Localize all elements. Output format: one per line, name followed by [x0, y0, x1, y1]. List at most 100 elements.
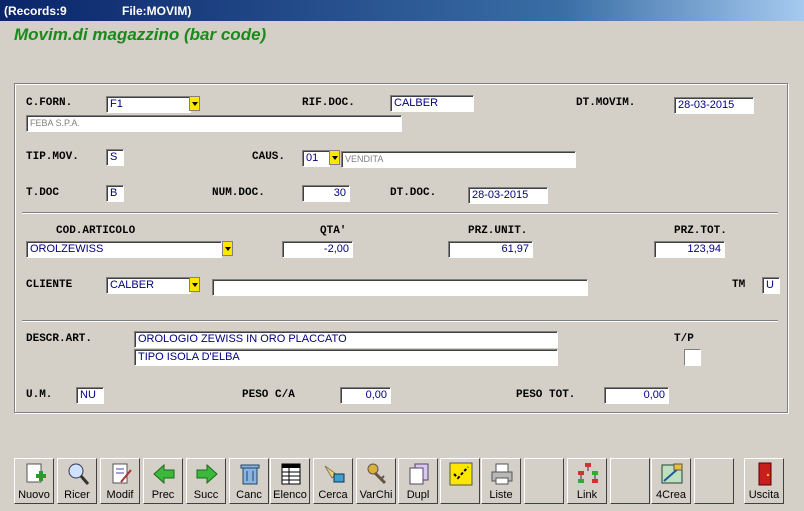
tipmov-field[interactable]: S	[106, 149, 124, 166]
um-label: U.M.	[26, 389, 53, 401]
empty-button-1[interactable]	[524, 458, 564, 504]
um-field[interactable]: NU	[76, 387, 104, 404]
4crea-label: 4Crea	[656, 489, 686, 501]
elenco-label: Elenco	[273, 489, 307, 501]
dtdoc-field[interactable]: 28-03-2015	[468, 187, 548, 204]
caus-label: CAUS.	[252, 151, 286, 163]
caus-description: VENDITA	[341, 151, 576, 168]
ricer-button[interactable]: Ricer	[57, 458, 97, 504]
tp-label: T/P	[674, 333, 694, 345]
descr-line2-field[interactable]: TIPO ISOLA D'ELBA	[134, 349, 558, 366]
tipmov-label: TIP.MOV.	[26, 151, 79, 163]
table-list-icon	[281, 463, 301, 485]
search-brush-icon	[324, 465, 345, 483]
cforn-field[interactable]: F1	[106, 96, 191, 113]
succ-button[interactable]: Succ	[186, 458, 226, 504]
tdoc-label: T.DOC	[26, 187, 60, 199]
file-name: File:MOVIM)	[122, 4, 192, 18]
liste-label: Liste	[489, 489, 513, 501]
ricer-label: Ricer	[64, 489, 90, 501]
uscita-button[interactable]: Uscita	[744, 458, 784, 504]
edit-document-icon	[112, 463, 132, 484]
pesotot-field[interactable]: 0,00	[604, 387, 669, 404]
arrow-left-icon	[153, 463, 175, 485]
keys-icon	[367, 463, 387, 485]
cliente-field[interactable]: CALBER	[106, 277, 191, 294]
nuovo-button[interactable]: Nuovo	[14, 458, 54, 504]
4crea-button[interactable]: 4Crea	[651, 458, 691, 504]
cforn-label: C.FORN.	[26, 97, 73, 109]
dtmovim-field[interactable]: 28-03-2015	[674, 97, 754, 114]
separator-1	[22, 212, 778, 214]
pesotot-label: PESO TOT.	[516, 389, 576, 401]
cliente-dropdown-icon[interactable]	[189, 277, 200, 292]
codart-dropdown-icon[interactable]	[222, 241, 233, 256]
varchi-label: VarChi	[359, 489, 393, 501]
numdoc-label: NUM.DOC.	[212, 187, 265, 199]
modif-button[interactable]: Modif	[100, 458, 140, 504]
checklist-button[interactable]	[440, 458, 480, 504]
codart-label: COD.ARTICOLO	[56, 225, 136, 237]
rifdoc-label: RIF.DOC.	[302, 97, 355, 109]
new-document-icon	[26, 463, 46, 483]
cforn-dropdown-icon[interactable]	[189, 96, 200, 111]
liste-button[interactable]: Liste	[481, 458, 521, 504]
title-bar: (Records:9 File:MOVIM)	[0, 0, 804, 21]
form-title: Movim.di magazzino (bar code)	[14, 25, 267, 44]
modif-label: Modif	[106, 489, 134, 501]
cliente-description	[212, 279, 588, 296]
prztot-field[interactable]: 123,94	[654, 241, 725, 258]
check-list-icon	[449, 462, 473, 486]
dtmovim-label: DT.MOVIM.	[576, 97, 636, 109]
cforn-description: FEBA S.P.A.	[26, 115, 402, 132]
records-count: (Records:9	[4, 4, 67, 18]
caus-field[interactable]: 01	[302, 150, 330, 167]
link-button[interactable]: Link	[567, 458, 607, 504]
cerca-button[interactable]: Cerca	[313, 458, 353, 504]
prztot-label: PRZ.TOT.	[674, 225, 727, 237]
uscita-label: Uscita	[748, 489, 780, 501]
duplicate-icon	[409, 463, 429, 485]
exit-door-icon	[758, 462, 772, 486]
descrart-label: DESCR.ART.	[26, 333, 93, 345]
canc-label: Canc	[236, 489, 262, 501]
dupl-button[interactable]: Dupl	[398, 458, 438, 504]
dtdoc-label: DT.DOC.	[390, 187, 437, 199]
canc-button[interactable]: Canc	[229, 458, 269, 504]
empty-button-2[interactable]	[610, 458, 650, 504]
toolbar: Nuovo Ricer Modif Prec Succ Canc Elenco …	[14, 458, 798, 507]
varchi-button[interactable]: VarChi	[356, 458, 396, 504]
pesoca-label: PESO C/A	[242, 389, 295, 401]
prec-label: Prec	[151, 489, 175, 501]
tp-checkbox[interactable]	[684, 349, 701, 366]
qta-label: QTA'	[320, 225, 347, 237]
pesoca-field[interactable]: 0,00	[340, 387, 391, 404]
caus-dropdown-icon[interactable]	[329, 150, 340, 165]
przunit-field[interactable]: 61,97	[448, 241, 533, 258]
prec-button[interactable]: Prec	[143, 458, 183, 504]
arrow-right-icon	[196, 463, 218, 485]
dupl-label: Dupl	[406, 489, 430, 501]
cliente-label: CLIENTE	[26, 279, 73, 291]
numdoc-field[interactable]: 30	[302, 185, 350, 202]
trash-icon	[240, 464, 260, 485]
descr-line1-field[interactable]: OROLOGIO ZEWISS IN ORO PLACCATO	[134, 331, 558, 348]
link-label: Link	[576, 489, 598, 501]
magnifier-icon	[68, 463, 90, 485]
przunit-label: PRZ.UNIT.	[468, 225, 528, 237]
codart-field[interactable]: OROLZEWISS	[26, 241, 222, 258]
create-tool-icon	[661, 463, 683, 484]
separator-2	[22, 320, 778, 322]
cerca-label: Cerca	[318, 489, 348, 501]
nuovo-label: Nuovo	[18, 489, 50, 501]
empty-button-3[interactable]	[694, 458, 734, 504]
tdoc-field[interactable]: B	[106, 185, 124, 202]
tm-label: TM	[732, 279, 746, 291]
elenco-button[interactable]: Elenco	[270, 458, 310, 504]
tm-field[interactable]: U	[762, 277, 780, 294]
rifdoc-field[interactable]: CALBER	[390, 95, 474, 112]
qta-field[interactable]: -2,00	[282, 241, 353, 258]
printer-icon	[491, 463, 513, 485]
link-hierarchy-icon	[578, 463, 598, 483]
succ-label: Succ	[193, 489, 219, 501]
